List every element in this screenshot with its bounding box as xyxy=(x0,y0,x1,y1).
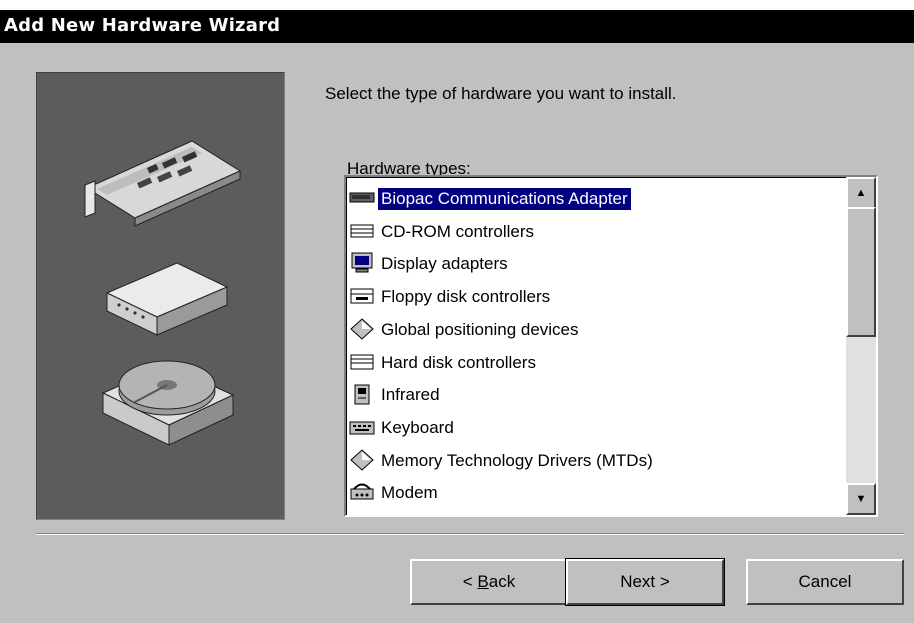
list-item-label: Display adapters xyxy=(381,254,508,274)
list-item-label: Global positioning devices xyxy=(381,319,579,339)
scroll-up-arrow-icon: ▲ xyxy=(855,187,867,199)
title-bar[interactable]: Add New Hardware Wizard xyxy=(0,10,914,43)
hardware-types-list[interactable]: Biopac Communications Adapter CD-ROM cont… xyxy=(344,175,878,517)
modem-icon xyxy=(348,480,378,506)
back-button-prefix: < xyxy=(462,572,478,591)
window-title: Add New Hardware Wizard xyxy=(4,15,281,36)
scroll-down-arrow-icon: ▼ xyxy=(855,493,867,505)
disk-controller-icon xyxy=(348,350,378,376)
list-item[interactable]: Modem xyxy=(348,477,441,509)
cancel-button[interactable]: Cancel xyxy=(746,559,904,605)
list-item-label: Floppy disk controllers xyxy=(381,287,551,307)
list-item[interactable]: Global positioning devices xyxy=(348,314,582,346)
adapter-card-icon xyxy=(348,186,378,212)
list-item-label: Hard disk controllers xyxy=(381,352,536,372)
list-item[interactable]: Display adapters xyxy=(348,248,511,280)
vertical-scrollbar[interactable]: ▲ ▼ xyxy=(846,177,876,515)
monitor-icon xyxy=(348,251,378,277)
list-item-label: Infrared xyxy=(381,385,440,405)
list-item[interactable]: Keyboard xyxy=(348,412,457,444)
list-item-label: Memory Technology Drivers (MTDs) xyxy=(381,450,653,470)
diamond-icon xyxy=(348,317,378,343)
cancel-button-label: Cancel xyxy=(798,572,852,591)
back-button-label: ack xyxy=(488,572,516,591)
floppy-controller-icon xyxy=(348,284,378,310)
back-button[interactable]: < Back xyxy=(410,559,568,605)
list-item[interactable]: Infrared xyxy=(348,379,443,411)
list-item-label: Keyboard xyxy=(381,417,454,437)
keyboard-icon xyxy=(348,415,378,441)
infrared-icon xyxy=(348,382,378,408)
list-item-label: Modem xyxy=(381,483,438,503)
next-button-label: Next > xyxy=(620,572,670,591)
next-button[interactable]: Next > xyxy=(565,558,725,606)
scroll-down-button[interactable]: ▼ xyxy=(846,483,876,515)
hard-disk-illustration xyxy=(101,360,235,446)
list-item-label: CD-ROM controllers xyxy=(381,221,535,241)
cdrom-controller-icon xyxy=(348,219,378,245)
expansion-card-illustration xyxy=(84,140,242,227)
separator-line xyxy=(36,533,904,535)
diamond-icon xyxy=(348,448,378,474)
list-item[interactable]: Biopac Communications Adapter xyxy=(348,183,631,215)
list-item-label: Biopac Communications Adapter xyxy=(378,188,631,210)
instruction-text: Select the type of hardware you want to … xyxy=(325,84,677,103)
external-device-illustration xyxy=(105,262,229,336)
wizard-illustration-panel xyxy=(36,72,285,520)
scroll-up-button[interactable]: ▲ xyxy=(846,177,876,209)
list-item[interactable]: Floppy disk controllers xyxy=(348,281,553,313)
wizard-dialog: Add New Hardware Wizard Select the type … xyxy=(0,10,914,623)
list-item[interactable]: Memory Technology Drivers (MTDs) xyxy=(348,445,656,477)
back-button-accelerator: B xyxy=(477,572,489,591)
scroll-thumb[interactable] xyxy=(846,207,876,337)
list-item[interactable]: CD-ROM controllers xyxy=(348,216,537,248)
hardware-illustration xyxy=(84,140,242,446)
list-item[interactable]: Hard disk controllers xyxy=(348,347,539,379)
